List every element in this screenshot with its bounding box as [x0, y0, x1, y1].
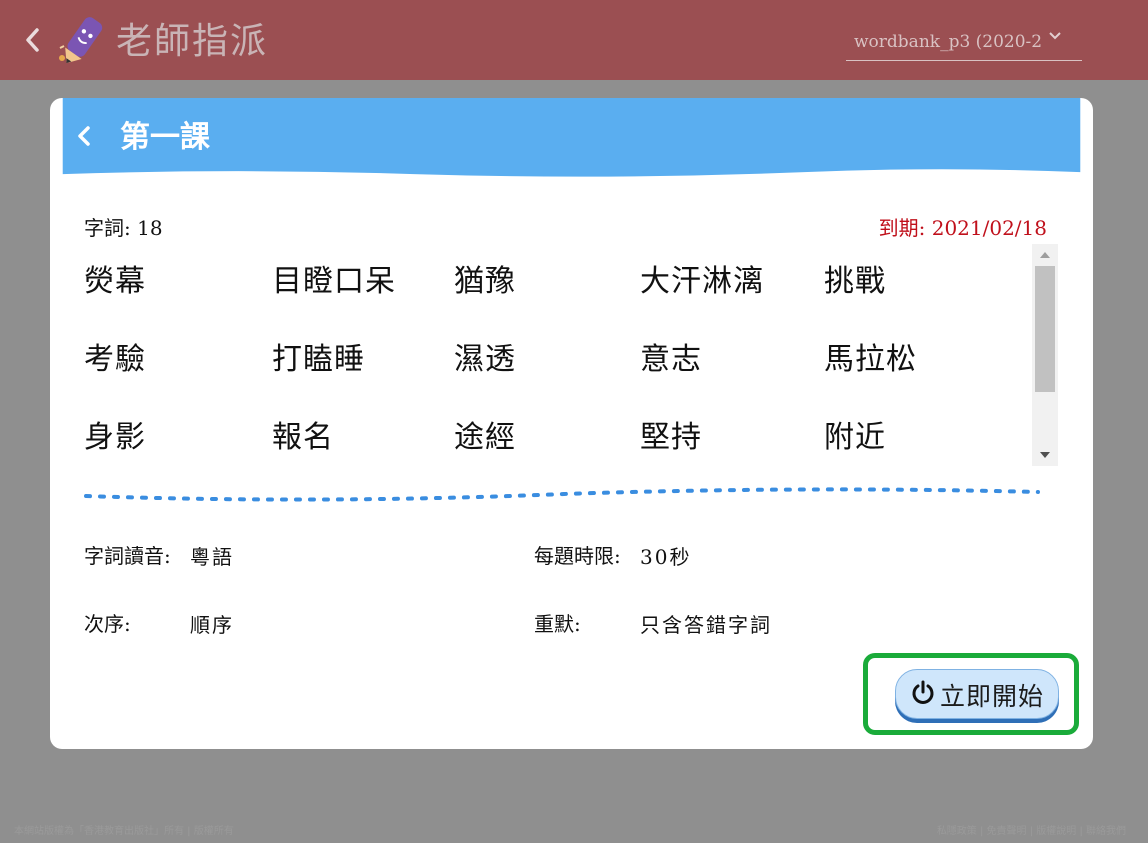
word-item: 意志: [640, 342, 702, 377]
word-item: 挑戰: [824, 264, 886, 299]
word-list-scrollbar[interactable]: [1032, 244, 1058, 466]
order-label: 次序:: [84, 612, 131, 636]
retry-value: 只含答錯字詞: [640, 613, 772, 637]
word-item: 身影: [84, 420, 146, 455]
footer-copyright: 本網站版權為「香港教育出版社」所有 | 版權所有: [14, 826, 234, 837]
app-title: 老師指派: [116, 21, 269, 62]
time-limit-value: 30秒: [640, 545, 692, 569]
back-chevron-icon[interactable]: [22, 24, 44, 56]
word-item: 途經: [454, 420, 516, 455]
word-item: 附近: [824, 420, 886, 455]
word-item: 猶豫: [454, 264, 516, 299]
scrollbar-thumb[interactable]: [1035, 266, 1055, 392]
top-bar: 老師指派 wordbank_p3 (2020-2: [0, 0, 1148, 80]
dotted-wave-divider: [84, 487, 1040, 502]
word-item: 打瞌睡: [272, 342, 365, 377]
start-button-label: 立即開始: [940, 682, 1045, 711]
due-date-label: 到期: 2021/02/18: [878, 216, 1047, 240]
scroll-down-arrow-icon[interactable]: [1040, 452, 1050, 458]
word-item: 報名: [272, 420, 334, 455]
power-icon: [910, 680, 936, 706]
pronunciation-value: 粵語: [190, 545, 234, 569]
assignment-dialog: 第一課 字詞: 18 到期: 2021/02/18 熒幕 目瞪口呆 猶豫 大汗淋…: [50, 98, 1093, 749]
retry-label: 重默:: [534, 612, 581, 636]
time-limit-label: 每題時限:: [534, 544, 621, 568]
chevron-down-icon: [1048, 28, 1061, 40]
word-count-label: 字詞: 18: [84, 216, 163, 240]
footer-links[interactable]: 私隱政策 | 免責聲明 | 版權說明 | 聯絡我們: [937, 822, 1126, 837]
word-item: 熒幕: [84, 264, 146, 299]
lesson-title: 第一課: [120, 120, 210, 155]
word-item: 大汗淋漓: [640, 264, 764, 299]
pencil-mascot-icon: [54, 12, 110, 70]
wordbank-select-value: wordbank_p3 (2020-2: [854, 32, 1043, 52]
order-value: 順序: [190, 613, 234, 637]
wordbank-select[interactable]: wordbank_p3 (2020-2: [846, 26, 1082, 61]
dialog-back-icon[interactable]: [76, 124, 92, 148]
scroll-up-arrow-icon[interactable]: [1040, 252, 1050, 258]
word-item: 濕透: [454, 342, 516, 377]
start-now-button[interactable]: 立即開始: [895, 669, 1059, 719]
word-item: 目瞪口呆: [272, 264, 396, 299]
word-item: 堅持: [640, 420, 702, 455]
word-item: 馬拉松: [824, 342, 917, 377]
word-list: 熒幕 目瞪口呆 猶豫 大汗淋漓 挑戰 考驗 打瞌睡 濕透 意志 馬拉松 身影 報…: [84, 244, 1024, 474]
word-item: 考驗: [84, 342, 146, 377]
pronunciation-label: 字詞讀音:: [84, 544, 171, 568]
